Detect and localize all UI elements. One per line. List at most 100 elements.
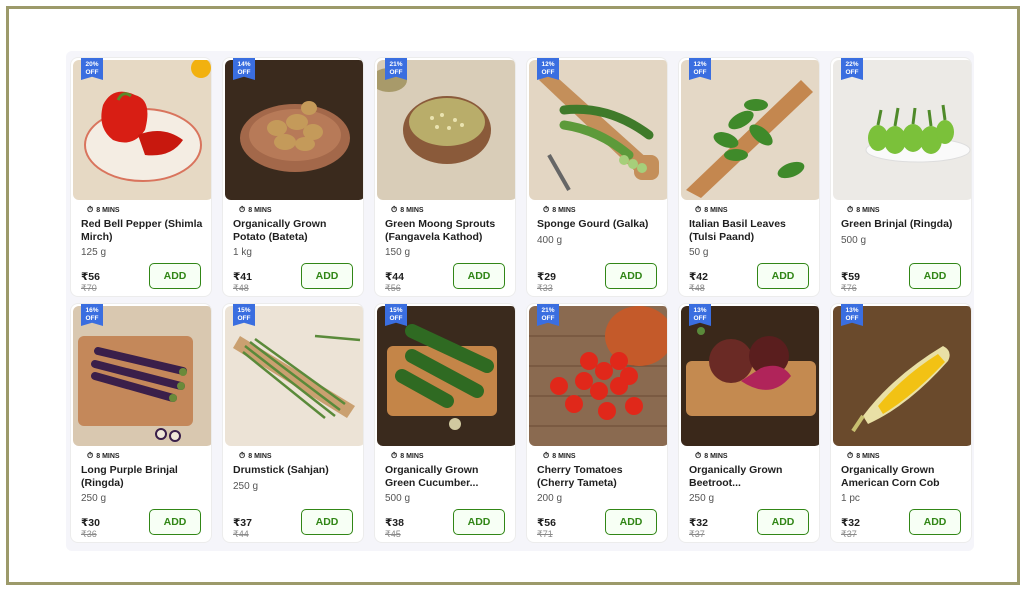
timer-icon: ⏱ (847, 205, 854, 214)
delivery-time: ⏱ 8 MINS (543, 206, 576, 214)
discount-badge: 21% OFF (385, 58, 407, 80)
product-card[interactable]: 22% OFF ⏱ 8 MINS Green Brinjal (Ringda) 500 … (830, 57, 972, 297)
product-card[interactable]: 13% OFF ⏱ 8 MINS Organically Grown American… (830, 303, 972, 543)
timer-icon: ⏱ (391, 451, 398, 460)
product-quantity: 250 g (233, 481, 259, 492)
delivery-time: ⏱ 8 MINS (87, 452, 120, 460)
delivery-time: ⏱ 8 MINS (847, 452, 880, 460)
product-card[interactable]: 15% OFF ⏱ 8 MINS Organically Grown Green Cu… (374, 303, 516, 543)
add-to-cart-button[interactable]: ADD (301, 509, 353, 535)
product-image[interactable] (73, 60, 211, 200)
product-name[interactable]: Long Purple Brinjal (Ringda) (81, 464, 206, 489)
product-mrp: ₹44 (233, 529, 249, 539)
delivery-time-label: 8 MINS (96, 452, 120, 460)
product-name[interactable]: Organically Grown Potato (Bateta) (233, 218, 358, 243)
timer-icon: ⏱ (543, 451, 550, 460)
product-image[interactable] (681, 60, 819, 200)
product-mrp: ₹71 (537, 529, 553, 539)
product-mrp: ₹33 (537, 283, 553, 293)
sponge-gourd-image (529, 60, 667, 200)
delivery-time: ⏱ 8 MINS (695, 452, 728, 460)
product-image[interactable] (529, 306, 667, 446)
delivery-time: ⏱ 8 MINS (847, 206, 880, 214)
delivery-time-label: 8 MINS (248, 452, 272, 460)
green-brinjal-image (833, 60, 971, 200)
discount-badge: 14% OFF (233, 58, 255, 80)
product-name[interactable]: Organically Grown American Corn Cob (841, 464, 966, 489)
product-image[interactable] (833, 60, 971, 200)
product-mrp: ₹48 (233, 283, 249, 293)
product-name[interactable]: Organically Grown Beetroot... (689, 464, 814, 489)
add-to-cart-button[interactable]: ADD (605, 509, 657, 535)
product-card[interactable]: 14% OFF ⏱ 8 MINS Organically Grown Potato (… (222, 57, 364, 297)
product-image[interactable] (529, 60, 667, 200)
product-card[interactable]: 12% OFF ⏱ 8 MINS Sponge Gourd (Galka) 400 g ₹… (526, 57, 668, 297)
product-card[interactable]: 13% OFF ⏱ 8 MINS Organically Grown Beetroot… (678, 303, 820, 543)
product-price: ₹44 (385, 271, 404, 283)
product-card[interactable]: 21% OFF ⏱ 8 MINS Green Moong Sprouts (Fanga… (374, 57, 516, 297)
product-mrp: ₹48 (689, 283, 705, 293)
product-price: ₹32 (841, 517, 860, 529)
product-price: ₹29 (537, 271, 556, 283)
add-to-cart-button[interactable]: ADD (149, 263, 201, 289)
product-price: ₹56 (81, 271, 100, 283)
delivery-time-label: 8 MINS (400, 206, 424, 214)
delivery-time: ⏱ 8 MINS (239, 452, 272, 460)
product-grid-container: 20% OFF ⏱ 8 MINS Red Bell Pepper (Shimla Mi… (66, 51, 974, 551)
timer-icon: ⏱ (695, 451, 702, 460)
basil-leaves-image (681, 60, 819, 200)
add-to-cart-button[interactable]: ADD (909, 509, 961, 535)
timer-icon: ⏱ (391, 205, 398, 214)
product-image[interactable] (377, 306, 515, 446)
product-image[interactable] (681, 306, 819, 446)
timer-icon: ⏱ (543, 205, 550, 214)
add-to-cart-button[interactable]: ADD (453, 263, 505, 289)
product-mrp: ₹56 (385, 283, 401, 293)
add-to-cart-button[interactable]: ADD (301, 263, 353, 289)
product-quantity: 125 g (81, 247, 107, 258)
delivery-time: ⏱ 8 MINS (391, 452, 424, 460)
delivery-time-label: 8 MINS (704, 452, 728, 460)
product-image[interactable] (225, 60, 363, 200)
product-name[interactable]: Red Bell Pepper (Shimla Mirch) (81, 218, 206, 243)
delivery-time-label: 8 MINS (400, 452, 424, 460)
beetroot-image (681, 306, 819, 446)
product-name[interactable]: Cherry Tomatoes (Cherry Tameta) (537, 464, 662, 489)
product-card[interactable]: 15% OFF ⏱ 8 MINS Drumstick (Sahjan) 250 g ₹37… (222, 303, 364, 543)
product-quantity: 1 pc (841, 493, 860, 504)
discount-badge: 20% OFF (81, 58, 103, 80)
product-card[interactable]: 12% OFF ⏱ 8 MINS Italian Basil Leaves (Tuls… (678, 57, 820, 297)
delivery-time: ⏱ 8 MINS (543, 452, 576, 460)
product-quantity: 250 g (81, 493, 107, 504)
delivery-time-label: 8 MINS (248, 206, 272, 214)
product-quantity: 1 kg (233, 247, 252, 258)
delivery-time: ⏱ 8 MINS (391, 206, 424, 214)
product-name[interactable]: Green Moong Sprouts (Fangavela Kathod) (385, 218, 510, 243)
add-to-cart-button[interactable]: ADD (909, 263, 961, 289)
product-image[interactable] (225, 306, 363, 446)
add-to-cart-button[interactable]: ADD (605, 263, 657, 289)
red-bell-pepper-image (73, 60, 211, 200)
product-price: ₹37 (233, 517, 252, 529)
timer-icon: ⏱ (87, 205, 94, 214)
moong-sprouts-image (377, 60, 515, 200)
product-card[interactable]: 20% OFF ⏱ 8 MINS Red Bell Pepper (Shimla Mi… (70, 57, 212, 297)
product-card[interactable]: 16% OFF ⏱ 8 MINS Long Purple Brinjal (Ringd… (70, 303, 212, 543)
product-image[interactable] (377, 60, 515, 200)
product-price: ₹32 (689, 517, 708, 529)
product-quantity: 50 g (689, 247, 709, 258)
product-name[interactable]: Sponge Gourd (Galka) (537, 218, 662, 231)
add-to-cart-button[interactable]: ADD (757, 263, 809, 289)
product-name[interactable]: Organically Grown Green Cucumber... (385, 464, 510, 489)
product-card[interactable]: 21% OFF ⏱ 8 MINS Cherry Tomatoes (Cherry Ta… (526, 303, 668, 543)
add-to-cart-button[interactable]: ADD (453, 509, 505, 535)
product-name[interactable]: Green Brinjal (Ringda) (841, 218, 966, 231)
delivery-time: ⏱ 8 MINS (239, 206, 272, 214)
product-image[interactable] (833, 306, 971, 446)
product-mrp: ₹45 (385, 529, 401, 539)
add-to-cart-button[interactable]: ADD (149, 509, 201, 535)
add-to-cart-button[interactable]: ADD (757, 509, 809, 535)
product-image[interactable] (73, 306, 211, 446)
product-name[interactable]: Italian Basil Leaves (Tulsi Paand) (689, 218, 814, 243)
product-name[interactable]: Drumstick (Sahjan) (233, 464, 358, 477)
